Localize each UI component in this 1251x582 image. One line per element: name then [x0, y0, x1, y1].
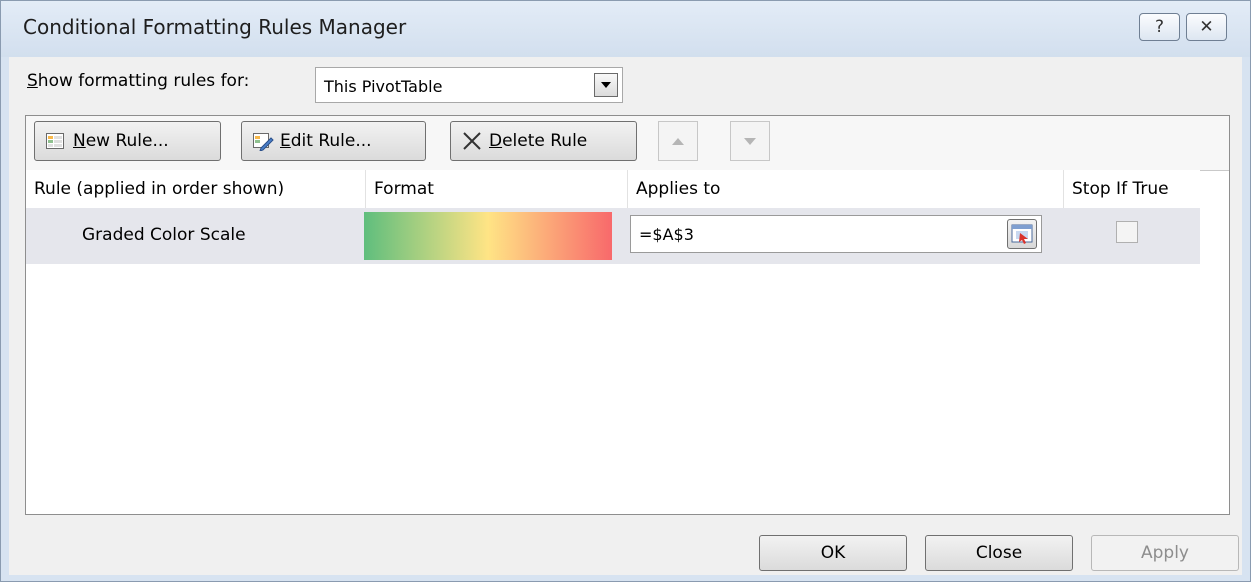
- applies-to-input[interactable]: =$A$3: [630, 215, 1042, 253]
- dialog-title: Conditional Formatting Rules Manager: [23, 15, 407, 39]
- help-icon: ?: [1154, 17, 1165, 37]
- help-button[interactable]: ?: [1139, 13, 1180, 41]
- table-row[interactable]: Graded Color Scale =$A$3: [26, 208, 1200, 264]
- apply-button[interactable]: Apply: [1091, 535, 1239, 571]
- new-rule-label: New Rule...: [73, 131, 169, 151]
- stop-if-true-checkbox[interactable]: [1116, 221, 1138, 243]
- rules-toolbar: New Rule... Edit Rule... Delete Rule: [26, 116, 1229, 171]
- move-down-button[interactable]: [730, 121, 770, 161]
- dialog-body: Show formatting rules for: This PivotTab…: [9, 57, 1242, 575]
- delete-icon: [461, 131, 481, 151]
- column-header-rule[interactable]: Rule (applied in order shown): [26, 170, 366, 208]
- close-icon: ✕: [1199, 17, 1214, 37]
- show-rules-selected: This PivotTable: [324, 77, 443, 96]
- rules-panel: New Rule... Edit Rule... Delete Rule Rul…: [25, 115, 1230, 515]
- conditional-formatting-dialog: Conditional Formatting Rules Manager ? ✕…: [0, 0, 1251, 582]
- title-bar: Conditional Formatting Rules Manager ? ✕: [1, 1, 1250, 57]
- rule-name: Graded Color Scale: [82, 225, 246, 245]
- delete-rule-label: Delete Rule: [489, 131, 588, 151]
- close-button[interactable]: Close: [925, 535, 1073, 571]
- edit-rule-button[interactable]: Edit Rule...: [241, 121, 426, 161]
- applies-to-value: =$A$3: [639, 225, 694, 244]
- arrow-down-icon: [744, 137, 756, 145]
- new-rule-icon: [45, 131, 65, 151]
- ok-button[interactable]: OK: [759, 535, 907, 571]
- column-header-stop-if-true[interactable]: Stop If True: [1064, 170, 1200, 208]
- new-rule-button[interactable]: New Rule...: [34, 121, 221, 161]
- close-window-button[interactable]: ✕: [1186, 13, 1227, 41]
- delete-rule-button[interactable]: Delete Rule: [450, 121, 637, 161]
- rules-table-header: Rule (applied in order shown) Format App…: [26, 170, 1200, 208]
- show-rules-dropdown[interactable]: This PivotTable: [315, 67, 623, 103]
- range-select-button[interactable]: [1007, 219, 1037, 249]
- range-picker-icon: [1011, 224, 1033, 244]
- show-rules-label: Show formatting rules for:: [27, 71, 250, 91]
- edit-rule-icon: [252, 131, 274, 152]
- column-header-applies-to[interactable]: Applies to: [628, 170, 1064, 208]
- column-header-format[interactable]: Format: [366, 170, 628, 208]
- edit-rule-label: Edit Rule...: [280, 131, 372, 151]
- move-up-button[interactable]: [658, 121, 698, 161]
- format-preview-color-scale: [364, 212, 612, 260]
- dropdown-button[interactable]: [594, 73, 618, 97]
- chevron-down-icon: [601, 82, 611, 88]
- arrow-up-icon: [672, 137, 684, 145]
